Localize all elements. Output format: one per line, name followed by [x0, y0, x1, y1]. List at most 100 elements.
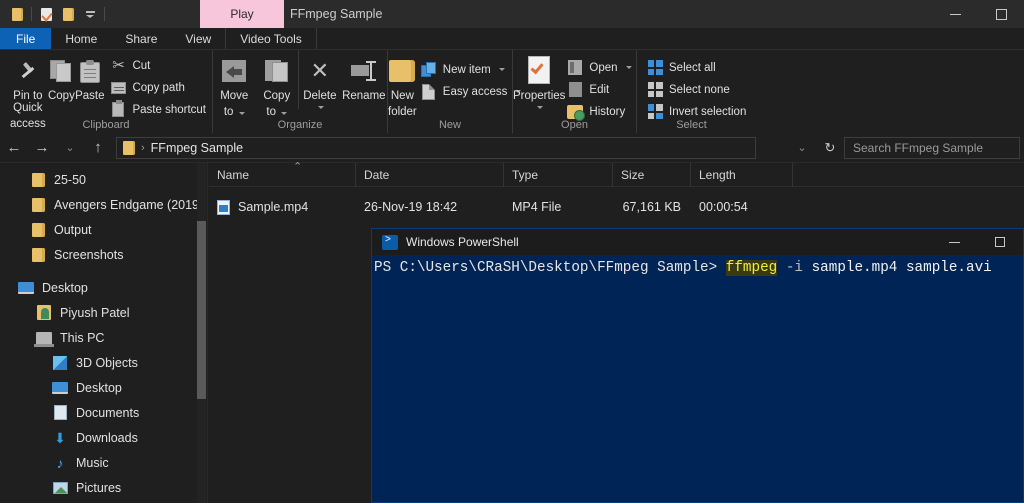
properties-button[interactable]: Properties	[513, 50, 565, 109]
up-button[interactable]: ↑	[84, 134, 112, 162]
tab-share[interactable]: Share	[111, 28, 171, 49]
back-button[interactable]: ←	[0, 134, 28, 162]
powershell-minimize-button[interactable]	[931, 229, 977, 255]
nav-item-music[interactable]: ♪ Music	[0, 450, 208, 475]
rename-button[interactable]: Rename	[341, 50, 387, 102]
column-header-type[interactable]: Type	[504, 162, 613, 187]
powershell-title-bar: Windows PowerShell	[372, 229, 1023, 255]
select-all-label: Select all	[669, 61, 716, 74]
tab-home[interactable]: Home	[51, 28, 111, 49]
file-length-cell: 00:00:54	[699, 200, 748, 214]
nav-item-downloads[interactable]: ⬇ Downloads	[0, 425, 208, 450]
paste-icon	[79, 59, 100, 83]
ribbon-group-new-label: New	[438, 119, 461, 131]
cut-button[interactable]: ✂ Cut	[110, 56, 212, 75]
chevron-down-icon	[537, 106, 544, 109]
music-icon: ♪	[56, 454, 64, 471]
move-to-button[interactable]: Move to	[213, 50, 256, 118]
new-folder-button[interactable]: New folder	[388, 50, 417, 118]
delete-button[interactable]: ✕ Delete	[298, 50, 341, 109]
powershell-command: ffmpeg	[725, 260, 778, 276]
qat-customize-button[interactable]	[79, 3, 101, 25]
address-field[interactable]: › FFmpeg Sample	[116, 136, 756, 159]
open-small-commands: Open Edit History	[567, 50, 637, 121]
pin-to-quick-access-button[interactable]: Pin to Quick access	[8, 50, 48, 130]
copy-path-button[interactable]: Copy path	[110, 78, 212, 97]
edit-button[interactable]: Edit	[567, 80, 637, 99]
column-header-name[interactable]: Name	[209, 160, 356, 187]
pin-icon	[19, 62, 37, 80]
search-placeholder: Search FFmpeg Sample	[853, 140, 984, 155]
nav-item-this-pc[interactable]: This PC	[0, 325, 208, 350]
column-header-length[interactable]: Length	[691, 162, 793, 187]
properties-icon	[40, 7, 52, 21]
user-folder-icon	[36, 305, 52, 321]
open-button[interactable]: Open	[567, 58, 637, 77]
select-none-button[interactable]: Select none	[647, 80, 752, 99]
nav-item-label: Piyush Patel	[60, 305, 130, 320]
nav-item-desktop-root[interactable]: Desktop	[0, 275, 208, 300]
folder-icon	[30, 222, 46, 238]
file-name-cell[interactable]: Sample.mp4	[209, 199, 356, 215]
table-row[interactable]: Sample.mp4 26-Nov-19 18:42 MP4 File 67,1…	[209, 195, 1024, 219]
powershell-maximize-button[interactable]	[977, 229, 1023, 255]
powershell-prompt: PS C:\Users\CRaSH\Desktop\FFmpeg Sample>	[374, 260, 726, 276]
select-all-button[interactable]: Select all	[647, 58, 752, 77]
refresh-button[interactable]: ↻	[816, 134, 844, 162]
address-bar: ← → ⌄ ↑ › FFmpeg Sample ⌄ ↻ Search FFmpe…	[0, 133, 1024, 163]
qat-properties-button[interactable]	[35, 3, 57, 25]
tab-file[interactable]: File	[0, 28, 52, 49]
documents-icon	[52, 405, 68, 421]
nav-item-piyush-patel[interactable]: Piyush Patel	[0, 300, 208, 325]
recent-locations-button[interactable]: ⌄	[56, 134, 84, 162]
copy-to-label: Copy	[263, 90, 291, 102]
nav-item-documents[interactable]: Documents	[0, 400, 208, 425]
chevron-down-icon	[317, 106, 324, 109]
copy-icon	[50, 60, 72, 82]
file-explorer-window: Play FFmpeg Sample File Home Share View …	[0, 0, 1024, 503]
navigation-pane: 25-50 Avengers Endgame (2019) [W Output …	[0, 163, 208, 503]
forward-button[interactable]: →	[28, 134, 56, 162]
qat-new-folder-button[interactable]	[57, 3, 79, 25]
nav-item-label: Desktop	[76, 380, 122, 395]
folder-icon	[123, 140, 135, 155]
tab-view[interactable]: View	[171, 28, 225, 49]
chevron-down-icon	[625, 66, 632, 69]
nav-item-avengers-endgame[interactable]: Avengers Endgame (2019) [W	[0, 192, 208, 217]
paste-button[interactable]: Paste	[75, 50, 104, 102]
file-date-cell: 26-Nov-19 18:42	[364, 200, 458, 214]
new-item-label: New item	[442, 63, 491, 76]
copy-button[interactable]: Copy	[48, 50, 75, 102]
column-header-size[interactable]: Size	[613, 162, 691, 187]
new-folder-label: New	[390, 90, 414, 102]
search-input[interactable]: Search FFmpeg Sample	[844, 136, 1020, 159]
maximize-button[interactable]	[978, 0, 1024, 28]
ribbon-group-clipboard: Pin to Quick access Copy Paste ✂ Cut Cop…	[0, 50, 212, 133]
nav-item-output[interactable]: Output	[0, 217, 208, 242]
nav-item-3d-objects[interactable]: 3D Objects	[0, 350, 208, 375]
column-header-date[interactable]: Date	[356, 162, 504, 187]
powershell-window[interactable]: Windows PowerShell PS C:\Users\CRaSH\Des…	[371, 228, 1024, 503]
nav-item-screenshots[interactable]: Screenshots	[0, 242, 208, 267]
paste-shortcut-button[interactable]: Paste shortcut	[110, 100, 212, 119]
nav-item-pictures[interactable]: Pictures	[0, 475, 208, 500]
ribbon-group-organize-label: Organize	[277, 119, 323, 131]
nav-item-25-50[interactable]: 25-50	[0, 167, 208, 192]
breadcrumb[interactable]: FFmpeg Sample	[151, 141, 243, 155]
nav-item-desktop[interactable]: Desktop	[0, 375, 208, 400]
minimize-button[interactable]	[932, 0, 978, 28]
address-dropdown-button[interactable]: ⌄	[788, 134, 816, 162]
qat-separator-2	[104, 7, 105, 21]
nav-scrollbar-thumb[interactable]	[197, 221, 206, 399]
column-header-extra[interactable]	[793, 163, 893, 187]
ribbon-group-organize: Move to Copy to ✕ Delete Rename Organize	[212, 50, 387, 133]
qat-folder-button[interactable]	[6, 3, 28, 25]
copy-to-button[interactable]: Copy to	[256, 50, 299, 118]
desktop-icon	[52, 380, 68, 396]
properties-icon	[526, 56, 552, 86]
powershell-console[interactable]: PS C:\Users\CRaSH\Desktop\FFmpeg Sample>…	[372, 255, 1023, 277]
file-name-label: Sample.mp4	[238, 200, 309, 214]
navigation-tree: 25-50 Avengers Endgame (2019) [W Output …	[0, 163, 208, 503]
tab-video-tools[interactable]: Video Tools	[225, 28, 317, 49]
folder-icon	[30, 247, 46, 263]
